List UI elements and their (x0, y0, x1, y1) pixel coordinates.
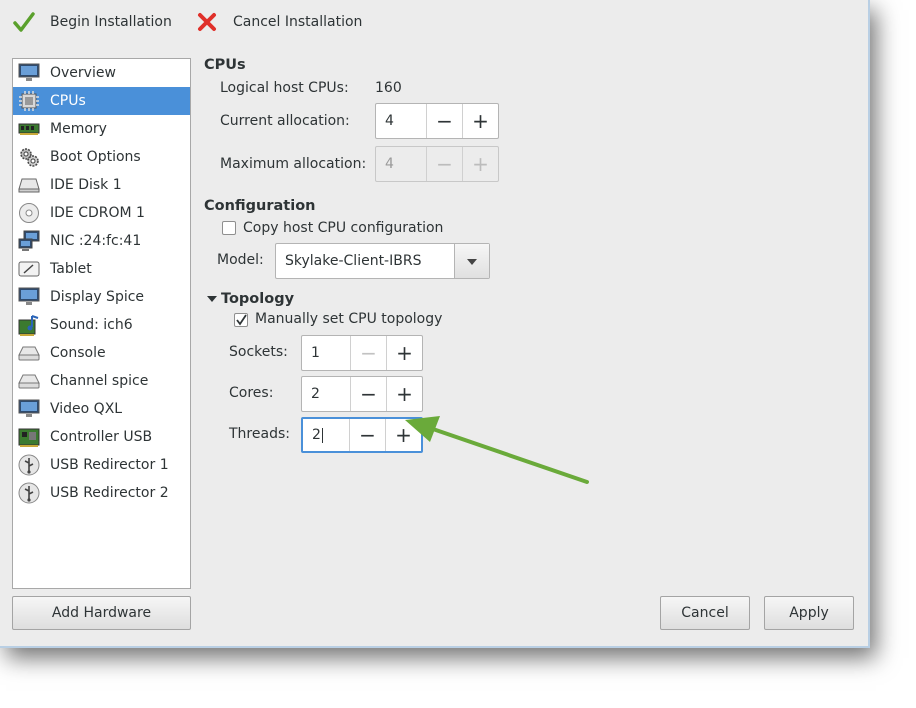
annotation-arrow-icon (405, 416, 589, 484)
